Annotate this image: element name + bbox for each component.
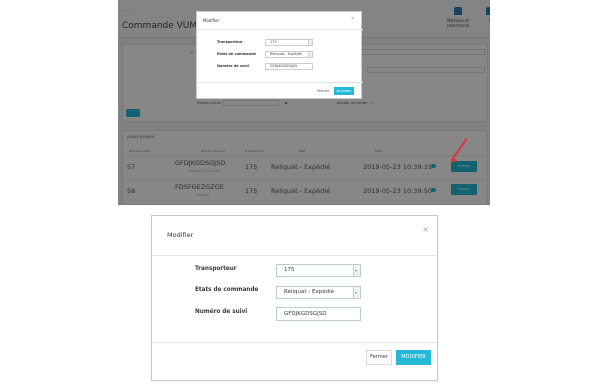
- carrier-label: Transporteur: [195, 266, 237, 272]
- mini-label-tracking: Numéro de suivi: [217, 64, 250, 68]
- chevron-down-icon: [308, 52, 312, 57]
- order-page-screenshot: ····· Commande VUMCQS Modules et command…: [118, 0, 490, 205]
- submit-button[interactable]: MODIFIER: [396, 350, 431, 365]
- close-icon[interactable]: ×: [351, 16, 355, 22]
- order-state-label: Etats de commande: [195, 287, 259, 293]
- mini-select-state[interactable]: Reliquat - Expédié: [265, 51, 313, 58]
- mini-input-tracking[interactable]: GFDJKGDSGJSD: [265, 63, 313, 70]
- carrier-value: 175: [284, 267, 295, 273]
- stage: ····· Commande VUMCQS Modules et command…: [0, 0, 610, 390]
- chevron-down-icon: ▾: [353, 287, 360, 298]
- modal-header: Modifier ×: [152, 216, 437, 256]
- chevron-down-icon: [308, 40, 312, 45]
- mini-label-carrier: Transporteur: [217, 40, 243, 44]
- mini-modal: Modifier × Transporteur 175 Etats de com…: [196, 11, 363, 99]
- cancel-button[interactable]: Fermer: [366, 350, 392, 365]
- mini-label-state: Etats de commande: [217, 52, 257, 56]
- modal-title: Modifier: [167, 231, 194, 239]
- carrier-select[interactable]: 175 ▾: [276, 264, 361, 277]
- mini-modal-title: Modifier: [203, 18, 220, 23]
- chevron-down-icon: ▾: [353, 265, 360, 276]
- modal-footer-divider: [152, 342, 437, 343]
- mini-submit-button[interactable]: MODIFIER: [334, 87, 354, 95]
- mini-cancel-button[interactable]: Fermer: [317, 89, 329, 93]
- order-state-value: Reliquat - Expédié: [284, 289, 335, 295]
- close-icon[interactable]: ×: [422, 225, 429, 234]
- order-state-select[interactable]: Reliquat - Expédié ▾: [276, 286, 361, 299]
- tracking-input[interactable]: GFDJKGDSGJSD: [276, 307, 361, 321]
- tracking-label: Numéro de suivi: [195, 309, 248, 315]
- mini-select-carrier[interactable]: 175: [265, 39, 313, 46]
